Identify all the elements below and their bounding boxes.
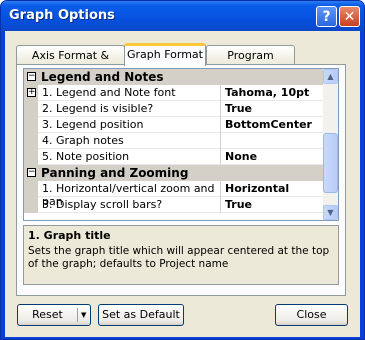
property-row[interactable]: 1. Horizontal/vertical zoom and pan Hori… <box>24 181 323 208</box>
dropdown-arrow-icon[interactable]: ▼ <box>81 305 86 325</box>
scroll-thumb[interactable] <box>323 133 338 193</box>
property-value[interactable]: True <box>221 101 323 117</box>
property-name: 5. Note position <box>38 149 221 165</box>
vertical-scrollbar[interactable]: ▲ ▼ <box>323 69 338 220</box>
property-value[interactable]: BottomCenter <box>221 117 323 133</box>
description-pane: 1. Graph title Sets the graph title whic… <box>23 225 339 285</box>
graph-format-panel: − Legend and Notes + 1. Legend and Note … <box>16 64 346 296</box>
dialog-client-area: Axis Format & Scale Graph Format Program… <box>5 31 360 337</box>
question-icon: ? <box>322 8 331 25</box>
property-grid: − Legend and Notes + 1. Legend and Note … <box>23 68 339 221</box>
property-value[interactable]: True <box>221 197 323 213</box>
help-button[interactable]: ? <box>316 6 337 27</box>
close-window-button[interactable]: ✕ <box>339 6 360 27</box>
property-row[interactable]: 4. Graph notes <box>24 133 323 149</box>
property-value[interactable]: Horizontal <box>221 181 323 197</box>
property-row[interactable]: 5. Note position None <box>24 149 323 165</box>
close-icon: ✕ <box>343 8 356 25</box>
scroll-up-button[interactable]: ▲ <box>323 69 338 84</box>
scroll-down-button[interactable]: ▼ <box>323 205 338 220</box>
window-title: Graph Options <box>9 8 115 23</box>
category-panning-and-zooming[interactable]: − Panning and Zooming <box>24 165 323 181</box>
expand-icon[interactable]: + <box>27 88 36 97</box>
property-row[interactable]: 3. Display scroll bars? True <box>24 197 323 213</box>
title-bar[interactable]: Graph Options ? ✕ <box>1 1 364 31</box>
property-name: 3. Display scroll bars? <box>38 197 221 213</box>
description-text: Sets the graph title which will appear c… <box>28 245 330 270</box>
property-row[interactable]: 2. Legend is visible? True <box>24 101 323 117</box>
property-name: 2. Legend is visible? <box>38 101 221 117</box>
close-button[interactable]: Close <box>275 304 348 326</box>
set-as-default-button[interactable]: Set as Default <box>98 304 184 326</box>
collapse-icon[interactable]: − <box>27 168 36 177</box>
chevron-down-icon: ▼ <box>327 208 334 217</box>
graph-options-window: Graph Options ? ✕ Axis Format & Scale Gr… <box>0 0 365 340</box>
reset-button[interactable]: Reset ▼ <box>17 304 91 326</box>
property-row[interactable]: + 1. Legend and Note font Tahoma, 10pt <box>24 85 323 101</box>
property-value[interactable]: None <box>221 149 323 165</box>
property-name: 4. Graph notes <box>38 133 221 149</box>
description-title: 1. Graph title <box>28 229 111 242</box>
property-value[interactable]: Tahoma, 10pt <box>221 85 323 101</box>
tab-graph-format[interactable]: Graph Format <box>124 43 206 66</box>
collapse-icon[interactable]: − <box>27 72 36 81</box>
tab-axis-format[interactable]: Axis Format & Scale <box>16 45 125 75</box>
chevron-up-icon: ▲ <box>327 72 334 81</box>
property-value[interactable] <box>221 133 323 149</box>
category-legend-and-notes[interactable]: − Legend and Notes <box>24 69 323 85</box>
property-name: 1. Horizontal/vertical zoom and pan <box>38 181 221 208</box>
property-name: 1. Legend and Note font <box>38 85 221 101</box>
property-name: 3. Legend position <box>38 117 221 133</box>
property-row[interactable]: 3. Legend position BottomCenter <box>24 117 323 133</box>
tab-program-settings[interactable]: Program Settings <box>206 45 295 75</box>
